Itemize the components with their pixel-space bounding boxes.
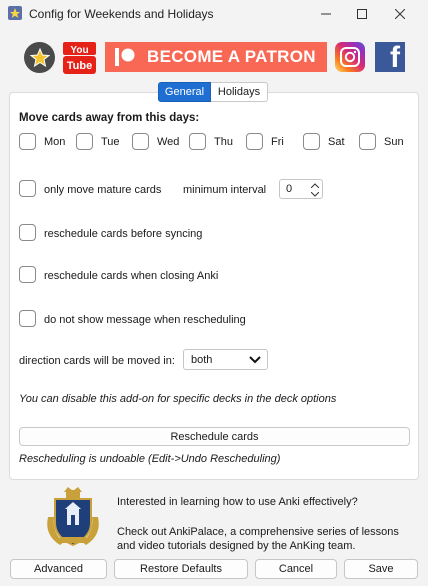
reschedule-cards-button[interactable]: Reschedule cards (19, 427, 410, 446)
youtube-top-text: You (70, 45, 88, 56)
min-interval-spinbox[interactable]: 0 (279, 179, 323, 199)
checkbox-reschedule-close[interactable] (19, 266, 36, 283)
reschedule-close-label: reschedule cards when closing Anki (44, 270, 219, 282)
mature-cards-label: only move mature cards (44, 184, 162, 196)
instagram-icon[interactable] (335, 42, 365, 72)
direction-select[interactable]: both (183, 349, 268, 370)
window-title: Config for Weekends and Holidays (29, 7, 214, 21)
day-label-tue: Tue (101, 136, 120, 148)
checkbox-wed[interactable] (132, 133, 149, 150)
day-label-sat: Sat (328, 136, 345, 148)
direction-value: both (191, 354, 213, 366)
facebook-icon[interactable]: f (375, 41, 405, 74)
youtube-bottom-text: Tube (67, 60, 92, 72)
day-label-wed: Wed (157, 136, 180, 148)
disable-hint: You can disable this add-on for specific… (19, 393, 337, 405)
patreon-icon (115, 48, 135, 66)
restore-defaults-button[interactable]: Restore Defaults (114, 559, 248, 579)
min-interval-value: 0 (286, 183, 293, 195)
anki-app-icon (8, 6, 22, 20)
ankipalace-logo[interactable] (40, 487, 106, 551)
days-heading: Move cards away from this days: (19, 112, 200, 124)
become-a-patron-button[interactable]: BECOME A PATRON (105, 42, 327, 72)
checkbox-sat[interactable] (303, 133, 320, 150)
promo-line-1: Interested in learning how to use Anki e… (117, 496, 358, 508)
anki-guy-icon[interactable] (24, 42, 55, 73)
spin-down-icon[interactable] (310, 190, 320, 198)
checkbox-mature-cards[interactable] (19, 180, 36, 197)
minimize-button[interactable] (308, 0, 344, 28)
checkbox-sun[interactable] (359, 133, 376, 150)
settings-panel (9, 92, 419, 480)
facebook-letter: f (390, 41, 400, 74)
direction-label: direction cards will be moved in: (19, 355, 175, 367)
no-message-label: do not show message when rescheduling (44, 314, 246, 326)
checkbox-mon[interactable] (19, 133, 36, 150)
reschedule-sync-label: reschedule cards before syncing (44, 228, 203, 240)
maximize-button[interactable] (344, 0, 380, 28)
chevron-down-icon (249, 355, 261, 367)
checkbox-fri[interactable] (246, 133, 263, 150)
spin-up-icon[interactable] (310, 181, 320, 189)
checkbox-thu[interactable] (189, 133, 206, 150)
checkbox-no-message[interactable] (19, 310, 36, 327)
advanced-button[interactable]: Advanced (10, 559, 107, 579)
promo-line-3: and video tutorials designed by the AnKi… (117, 540, 356, 552)
undo-hint: Rescheduling is undoable (Edit->Undo Res… (19, 453, 281, 465)
min-interval-label: minimum interval (183, 184, 267, 196)
tab-general[interactable]: General (158, 82, 211, 102)
day-label-fri: Fri (271, 136, 284, 148)
checkbox-reschedule-sync[interactable] (19, 224, 36, 241)
promo-line-2: Check out AnkiPalace, a comprehensive se… (117, 526, 399, 538)
checkbox-tue[interactable] (76, 133, 93, 150)
close-button[interactable] (382, 0, 418, 28)
patron-label: BECOME A PATRON (147, 47, 316, 66)
day-label-mon: Mon (44, 136, 66, 148)
save-button[interactable]: Save (344, 559, 418, 579)
cancel-button[interactable]: Cancel (255, 559, 337, 579)
day-label-thu: Thu (214, 136, 233, 148)
youtube-icon[interactable]: You Tube (63, 42, 96, 74)
tab-holidays[interactable]: Holidays (211, 82, 268, 102)
day-label-sun: Sun (384, 136, 404, 148)
title-bar: Config for Weekends and Holidays (0, 0, 428, 28)
